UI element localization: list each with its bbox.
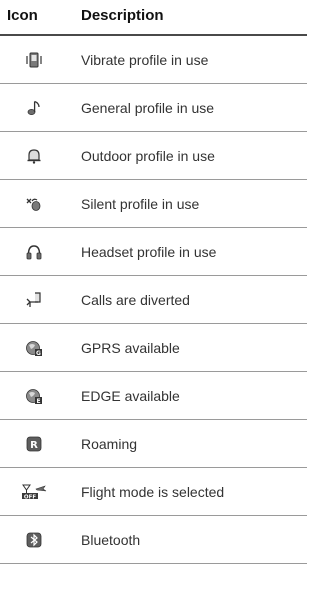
row-description: General profile in use [81, 99, 215, 116]
icon-column-header: Icon [7, 7, 38, 24]
row-description: Headset profile in use [81, 243, 217, 260]
description-column-header: Description [81, 7, 164, 24]
row-description: Roaming [81, 435, 138, 452]
call-divert-icon [25, 291, 43, 309]
table-row: Outdoor profile in use [0, 132, 307, 180]
table-row: Vibrate profile in use [0, 36, 307, 84]
svg-text:E: E [36, 397, 40, 404]
svg-text:OFF: OFF [24, 494, 36, 500]
svg-text:G: G [36, 349, 41, 356]
table-row: Calls are diverted [0, 276, 307, 324]
row-description: Vibrate profile in use [81, 51, 209, 68]
edge-icon: E [25, 387, 43, 405]
table-row: E EDGE available [0, 372, 307, 420]
bluetooth-icon [25, 531, 43, 549]
icon-description-table: Icon Description Vibrate profile in use … [0, 0, 307, 564]
table-row: Headset profile in use [0, 228, 307, 276]
gprs-icon: G [25, 339, 43, 357]
table-row: OFF Flight mode is selected [0, 468, 307, 516]
row-description: EDGE available [81, 387, 180, 404]
svg-text:R: R [30, 440, 38, 451]
row-description: Bluetooth [81, 531, 141, 548]
table-header: Icon Description [0, 0, 307, 36]
vibrate-profile-icon [25, 51, 43, 69]
table-row: Bluetooth [0, 516, 307, 564]
headset-profile-icon [25, 243, 43, 261]
row-description: Calls are diverted [81, 291, 190, 308]
row-description: Silent profile in use [81, 195, 200, 212]
flight-mode-icon: OFF [21, 483, 47, 501]
table-row: General profile in use [0, 84, 307, 132]
row-description: Flight mode is selected [81, 483, 225, 500]
table-row: R Roaming [0, 420, 307, 468]
general-profile-icon [25, 99, 43, 117]
table-row: G GPRS available [0, 324, 307, 372]
row-description: Outdoor profile in use [81, 147, 215, 164]
roaming-icon: R [25, 435, 43, 453]
outdoor-profile-icon [25, 147, 43, 165]
table-row: Silent profile in use [0, 180, 307, 228]
silent-profile-icon [25, 195, 43, 213]
row-description: GPRS available [81, 339, 180, 356]
